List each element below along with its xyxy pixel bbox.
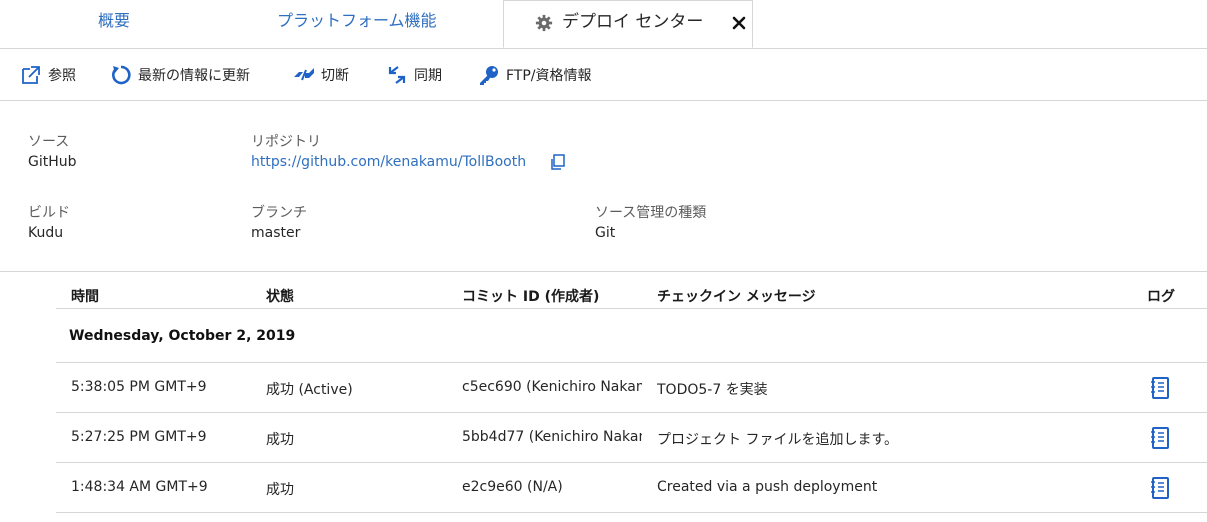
deployment-properties: ソース GitHub リポジトリ https://github.com/kena… (0, 101, 1207, 272)
build-label: ビルド (28, 205, 70, 221)
tab-bar: 概要 プラットフォーム機能 デプロイ センター (0, 0, 1207, 49)
copy-icon[interactable] (549, 154, 566, 171)
column-header-commit: コミット ID (作成者) (462, 289, 600, 305)
repository-link[interactable]: https://github.com/kenakamu/TollBooth (251, 154, 526, 170)
ftp-credentials-button[interactable]: FTP/資格情報 (478, 49, 592, 100)
row-status: 成功 (266, 432, 294, 448)
sync-icon (388, 65, 406, 84)
log-icon[interactable] (1150, 376, 1170, 400)
row-message: プロジェクト ファイルを追加します。 (657, 432, 899, 448)
source-value: GitHub (28, 154, 77, 170)
row-commit: c5ec690 (Kenichiro Nakamura) (462, 379, 642, 395)
sync-label: 同期 (414, 67, 442, 84)
column-header-message: チェックイン メッセージ (657, 289, 816, 305)
refresh-icon (112, 65, 131, 84)
browse-label: 参照 (48, 67, 76, 84)
refresh-label: 最新の情報に更新 (138, 67, 250, 84)
row-message: TODO5-7 を実装 (657, 382, 768, 398)
sync-button[interactable]: 同期 (386, 49, 442, 100)
tab-deployment-center-label: デプロイ センター (562, 12, 704, 32)
table-header: 時間 状態 コミット ID (作成者) チェックイン メッセージ ログ (56, 272, 1207, 309)
log-icon[interactable] (1150, 426, 1170, 450)
row-time: 5:27:25 PM GMT+9 (71, 429, 207, 445)
tab-overview[interactable]: 概要 (98, 0, 130, 48)
row-commit: e2c9e60 (N/A) (462, 479, 563, 495)
date-group-label: Wednesday, October 2, 2019 (69, 328, 296, 344)
deployment-history-table: 時間 状態 コミット ID (作成者) チェックイン メッセージ ログ Wedn… (56, 272, 1207, 513)
row-message: Created via a push deployment (657, 479, 878, 495)
disconnect-label: 切断 (321, 67, 349, 84)
column-header-log: ログ (1147, 289, 1175, 305)
key-icon (480, 65, 498, 85)
tab-deployment-center[interactable]: デプロイ センター (503, 0, 753, 48)
scm-type-label: ソース管理の種類 (595, 205, 707, 221)
branch-value: master (251, 225, 301, 241)
external-link-icon (22, 65, 40, 84)
row-commit: 5bb4d77 (Kenichiro Nakamura) (462, 429, 642, 445)
close-icon[interactable] (732, 16, 746, 30)
branch-label: ブランチ (251, 205, 307, 221)
disconnect-button[interactable]: 切断 (293, 49, 349, 100)
row-time: 1:48:34 AM GMT+9 (71, 479, 208, 495)
disconnect-icon (294, 67, 314, 80)
log-icon[interactable] (1150, 476, 1170, 500)
table-row[interactable]: 5:27:25 PM GMT+9 成功 5bb4d77 (Kenichiro N… (56, 413, 1207, 463)
browse-button[interactable]: 参照 (20, 49, 76, 100)
date-group-header: Wednesday, October 2, 2019 (56, 309, 1207, 363)
row-status: 成功 (Active) (266, 382, 353, 398)
table-row[interactable]: 1:48:34 AM GMT+9 成功 e2c9e60 (N/A) Create… (56, 463, 1207, 513)
refresh-button[interactable]: 最新の情報に更新 (110, 49, 250, 100)
repository-label: リポジトリ (251, 134, 321, 150)
ftp-credentials-label: FTP/資格情報 (506, 67, 592, 84)
build-value: Kudu (28, 225, 64, 241)
scm-type-value: Git (595, 225, 616, 241)
source-label: ソース (28, 134, 70, 150)
row-status: 成功 (266, 482, 294, 498)
table-row[interactable]: 5:38:05 PM GMT+9 成功 (Active) c5ec690 (Ke… (56, 363, 1207, 413)
column-header-time: 時間 (71, 289, 99, 305)
row-time: 5:38:05 PM GMT+9 (71, 379, 207, 395)
column-header-status: 状態 (266, 289, 294, 305)
gear-icon (535, 14, 553, 32)
command-bar: 参照 最新の情報に更新 切断 同期 FTP/資格情報 (0, 49, 1207, 101)
tab-platform-features[interactable]: プラットフォーム機能 (277, 0, 437, 48)
